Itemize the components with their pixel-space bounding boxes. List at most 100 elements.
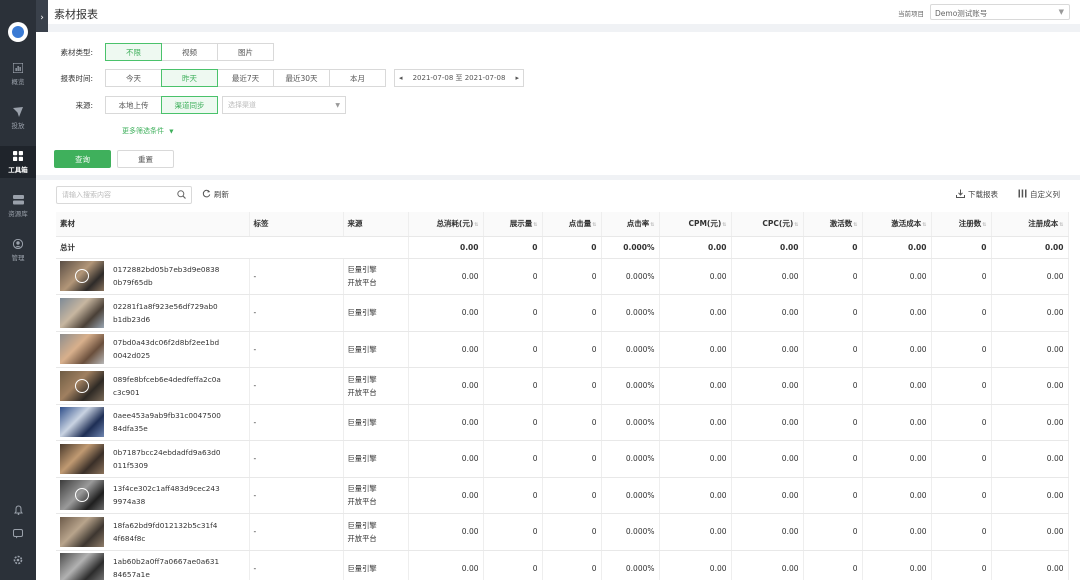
material-thumbnail[interactable]	[60, 370, 104, 401]
message-icon[interactable]	[0, 527, 36, 541]
metric-cell: 0	[542, 258, 602, 295]
tag-cell: -	[249, 513, 344, 551]
bell-icon[interactable]	[0, 503, 36, 517]
sort-icon[interactable]: ⇅	[922, 222, 926, 228]
col-activations[interactable]: 激活数⇅	[803, 212, 863, 237]
metric-cell: 0.00	[862, 258, 932, 295]
sort-icon[interactable]: ⇅	[533, 222, 537, 228]
search-input[interactable]: 请输入搜索内容	[56, 186, 192, 204]
table-row[interactable]: 0172882bd05b7eb3d9e08380b79f65db - 巨量引擎开…	[56, 258, 1069, 295]
material-type-image[interactable]: 图片	[217, 43, 274, 61]
sort-icon[interactable]: ⇅	[794, 222, 798, 228]
col-impressions[interactable]: 展示量⇅	[483, 212, 543, 237]
table-row[interactable]: 18fa62bd9fd012132b5c31f44f684f8c - 巨量引擎开…	[56, 513, 1069, 551]
material-type-video[interactable]: 视频	[161, 43, 218, 61]
avatar[interactable]	[8, 22, 28, 42]
play-icon[interactable]	[75, 269, 89, 284]
sidebar-item-resources[interactable]: 资源库	[0, 190, 36, 222]
material-type-all[interactable]: 不限	[105, 43, 162, 61]
material-thumbnail[interactable]	[60, 297, 104, 328]
query-button[interactable]: 查询	[54, 150, 111, 168]
sort-icon[interactable]: ⇅	[722, 222, 726, 228]
project-select[interactable]: Demo测试账号 ▼	[930, 4, 1070, 20]
source-local-upload[interactable]: 本地上传	[105, 96, 162, 114]
material-thumbnail[interactable]	[60, 334, 104, 365]
col-registration-cost[interactable]: 注册成本⇅	[991, 212, 1069, 237]
col-ctr[interactable]: 点击率⇅	[601, 212, 660, 237]
metric-cell: 0.00	[991, 440, 1069, 478]
refresh-icon	[202, 189, 211, 200]
settings-icon[interactable]	[0, 553, 36, 567]
chevron-down-icon: ▼	[1058, 8, 1064, 16]
metric-cell: 0.00	[408, 440, 484, 478]
more-filters-link[interactable]: 更多筛选条件 ▼	[122, 126, 173, 136]
table-row[interactable]: 0b7187bcc24ebdadfd9a63d0011f5309 - 巨量引擎 0…	[56, 440, 1069, 478]
sidebar-item-delivery[interactable]: 投放	[0, 102, 36, 134]
metric-cell: 0	[542, 477, 602, 514]
sort-icon[interactable]: ⇅	[650, 222, 654, 228]
table-row[interactable]: 089fe8bfceb6e4dedfeffa2c0ac3c901 - 巨量引擎开…	[56, 367, 1069, 405]
time-last30[interactable]: 最近30天	[273, 69, 330, 87]
channel-select[interactable]: 选择渠道 ▼	[222, 96, 346, 114]
material-thumbnail[interactable]	[60, 553, 104, 580]
custom-columns-button[interactable]: 自定义列	[1018, 189, 1060, 200]
sidebar-item-label: 资源库	[8, 210, 28, 218]
metric-cell: 0.000%	[601, 294, 660, 332]
material-thumbnail[interactable]	[60, 443, 104, 474]
material-thumbnail[interactable]	[60, 480, 104, 511]
refresh-label: 刷新	[214, 190, 229, 199]
refresh-button[interactable]: 刷新	[202, 189, 229, 200]
chevron-right-icon[interactable]: ▸	[515, 74, 519, 82]
material-thumbnail[interactable]	[60, 407, 104, 438]
collapse-toggle[interactable]: ›	[36, 0, 48, 36]
table-row[interactable]: 02281f1a8f923e56df729ab0b1db23d6 - 巨量引擎 0…	[56, 294, 1069, 332]
date-range-picker[interactable]: ◂ 2021-07-08 至 2021-07-08 ▸	[394, 69, 524, 87]
metric-cell: 0.00	[731, 367, 804, 405]
sort-icon[interactable]: ⇅	[982, 222, 986, 228]
tag-cell: -	[249, 550, 344, 580]
play-icon[interactable]	[75, 378, 89, 393]
search-icon[interactable]	[177, 189, 186, 201]
sort-icon[interactable]: ⇅	[853, 222, 857, 228]
material-thumbnail[interactable]	[60, 516, 104, 547]
time-today[interactable]: 今天	[105, 69, 162, 87]
col-registrations[interactable]: 注册数⇅	[931, 212, 992, 237]
material-id: 07bd0a43dc06f2d8bf2ee1bd0042d025	[113, 338, 220, 361]
table-row[interactable]: 0aee453a9ab9fb31c004750084dfa35e - 巨量引擎 0…	[56, 404, 1069, 441]
metric-cell: 0	[483, 258, 543, 295]
report-panel: 请输入搜索内容 刷新 下载报表 自定义列 素材 标签 来源 总消耗(元)⇅ 展示…	[36, 180, 1080, 580]
metric-cell: 0.00	[408, 331, 484, 368]
play-icon[interactable]	[75, 488, 89, 503]
metric-cell: 0.00	[731, 440, 804, 478]
col-material: 素材	[56, 212, 250, 237]
time-yesterday[interactable]: 昨天	[161, 69, 218, 87]
source-channel-sync[interactable]: 渠道同步	[161, 96, 218, 114]
source-name: 巨量引擎	[347, 484, 377, 494]
sort-icon[interactable]: ⇅	[1059, 222, 1063, 228]
reset-button[interactable]: 重置	[117, 150, 174, 168]
table-row[interactable]: 1ab60b2a0ff7a0667ae0a63184657a1e - 巨量引擎 0…	[56, 550, 1069, 580]
col-activation-cost[interactable]: 激活成本⇅	[862, 212, 932, 237]
metric-cell: 0.00	[659, 477, 732, 514]
col-total-cost[interactable]: 总消耗(元)⇅	[408, 212, 484, 237]
time-this-month[interactable]: 本月	[329, 69, 386, 87]
col-label: 展示量	[509, 219, 533, 229]
col-cpc[interactable]: CPC(元)⇅	[731, 212, 804, 237]
sort-icon[interactable]: ⇅	[592, 222, 596, 228]
material-thumbnail[interactable]	[60, 261, 104, 292]
table-row[interactable]: 07bd0a43dc06f2d8bf2ee1bd0042d025 - 巨量引擎 0…	[56, 331, 1069, 368]
col-clicks[interactable]: 点击量⇅	[542, 212, 602, 237]
table-row[interactable]: 13f4ce302c1aff483d9cec2439974a38 - 巨量引擎开…	[56, 477, 1069, 514]
sidebar-item-toolbox[interactable]: 工具箱	[0, 146, 36, 178]
channel-placeholder: 选择渠道	[228, 101, 256, 109]
sidebar: › 概览 投放 工具箱 资源库 管理	[0, 0, 48, 580]
download-report-button[interactable]: 下载报表	[956, 189, 998, 200]
source-cell: 巨量引擎	[343, 331, 409, 368]
sidebar-item-overview[interactable]: 概览	[0, 58, 36, 90]
sort-icon[interactable]: ⇅	[474, 222, 478, 228]
chevron-left-icon[interactable]: ◂	[399, 74, 403, 82]
sidebar-item-manage[interactable]: 管理	[0, 234, 36, 266]
time-last7[interactable]: 最近7天	[217, 69, 274, 87]
col-cpm[interactable]: CPM(元)⇅	[659, 212, 732, 237]
more-filters-label: 更多筛选条件	[122, 127, 164, 135]
